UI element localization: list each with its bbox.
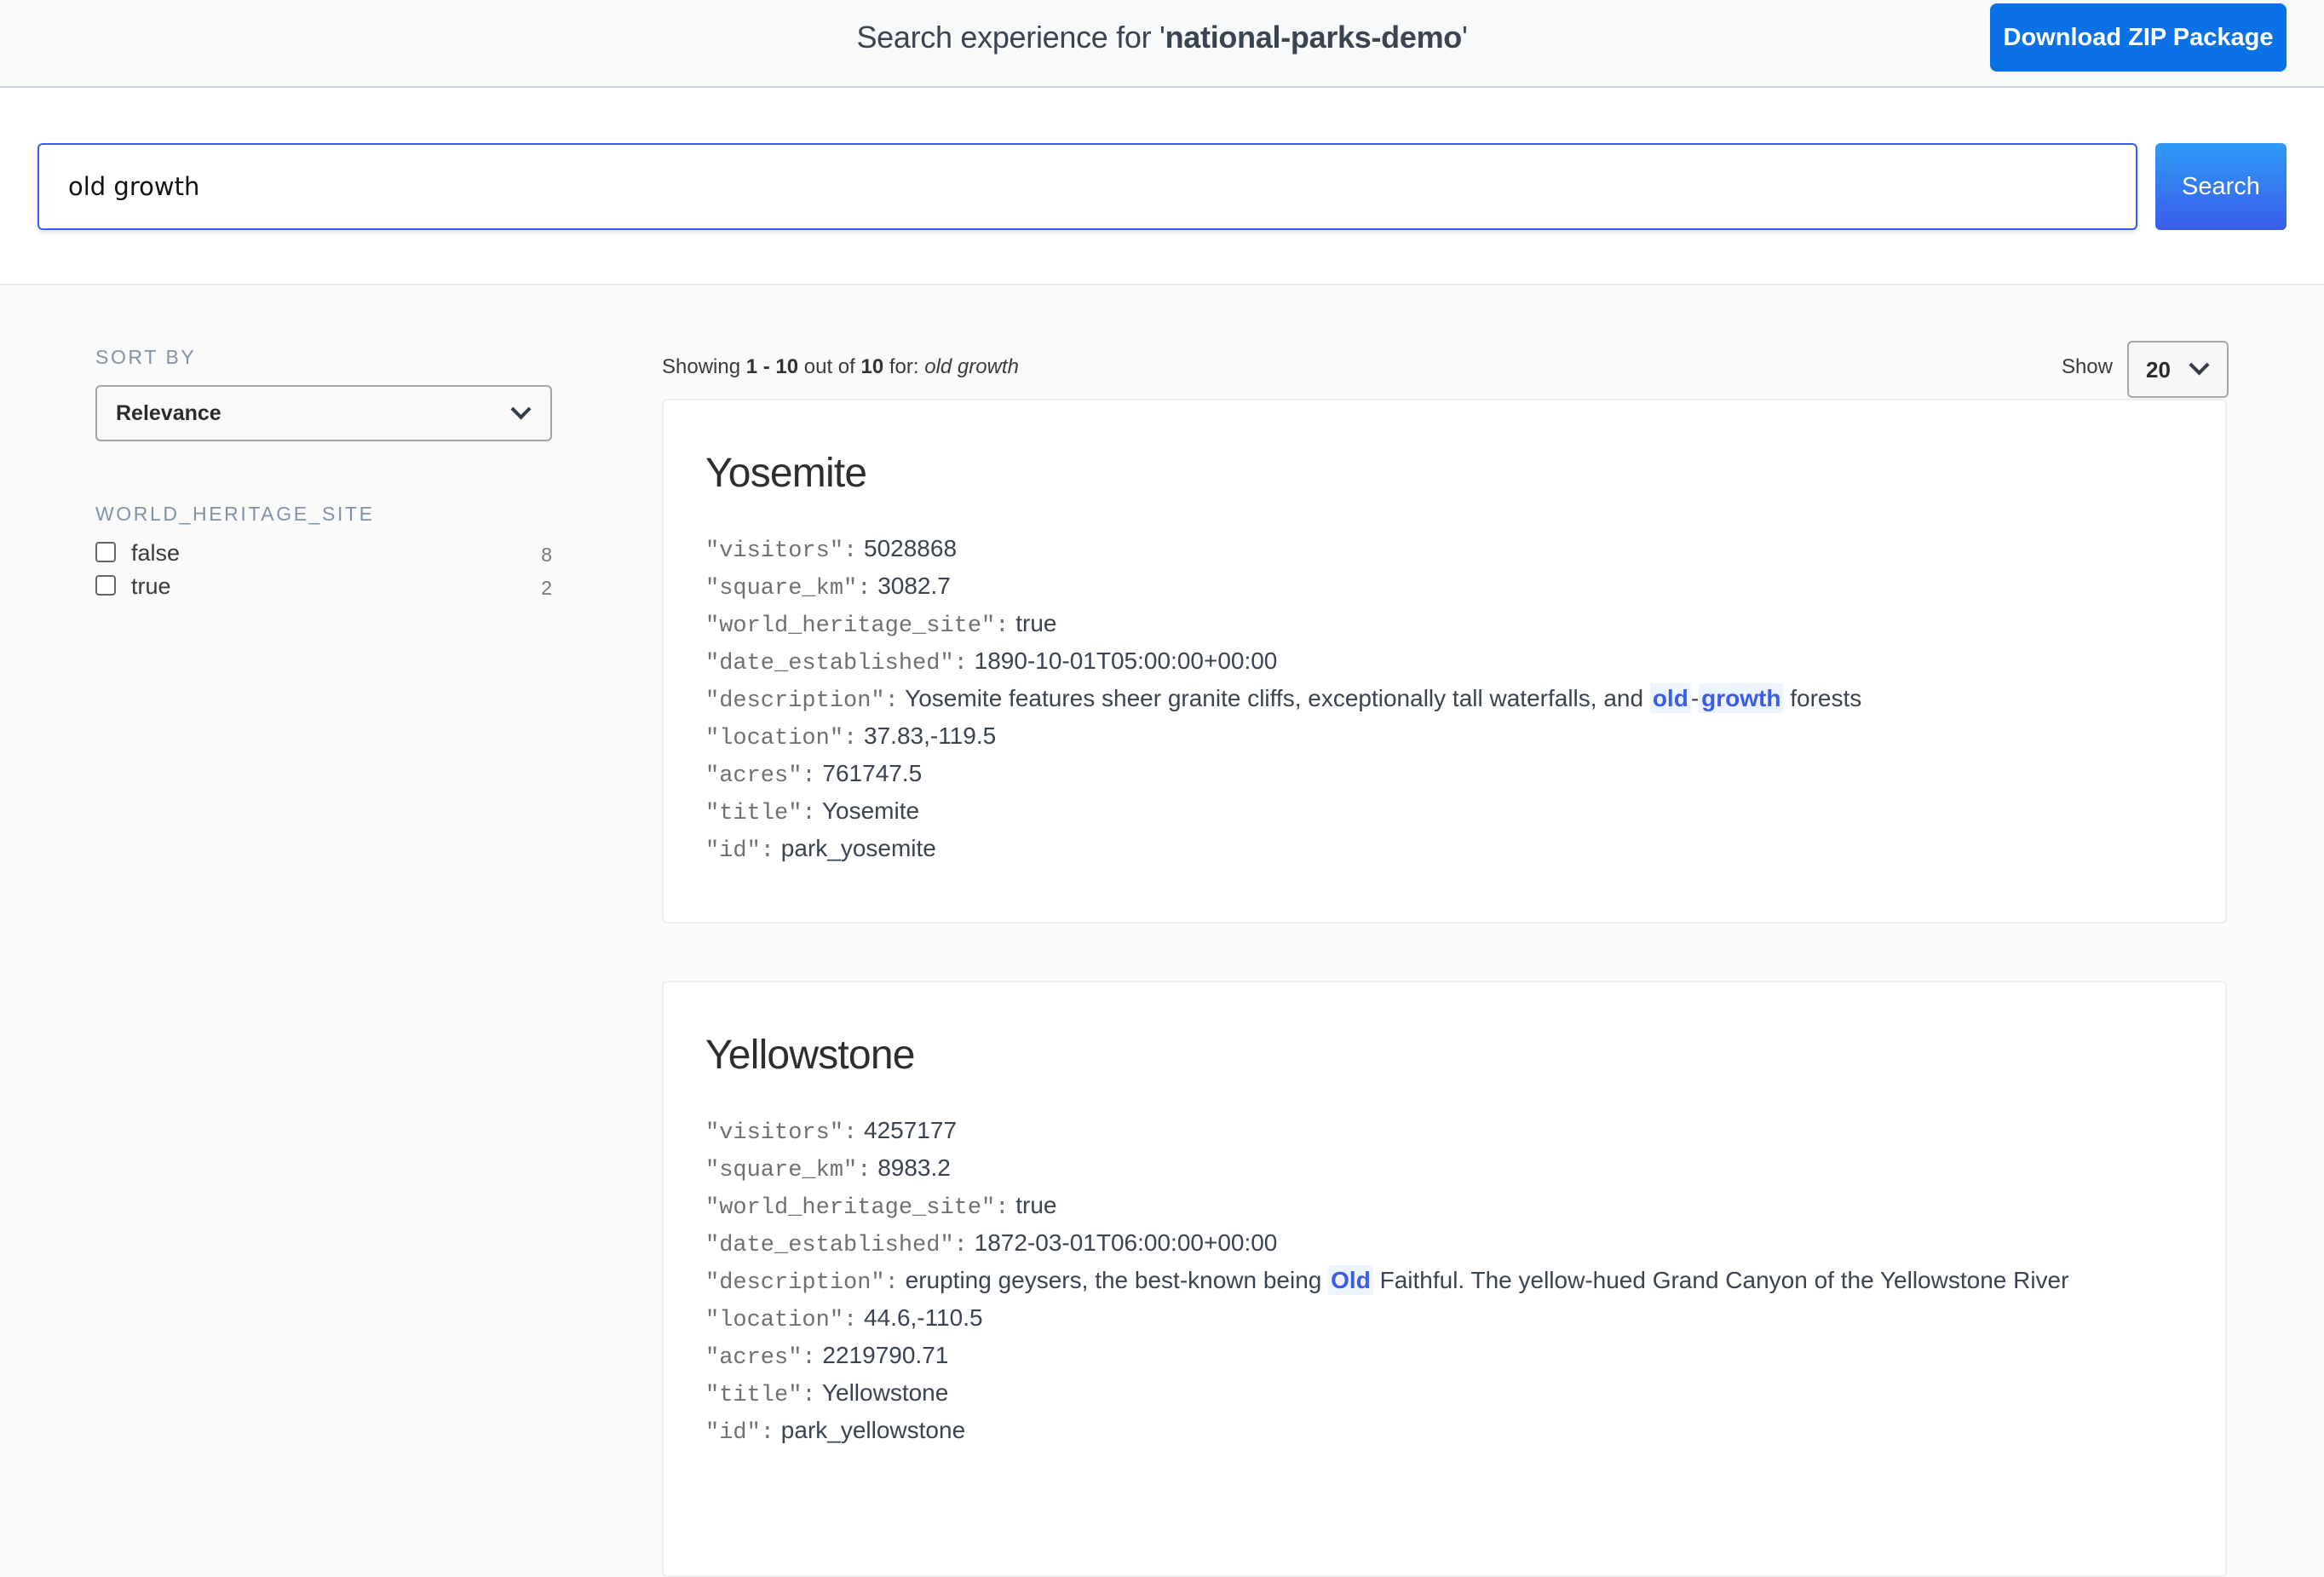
- show-label: Show: [2061, 355, 2113, 378]
- field-key: "world_heritage_site":: [705, 613, 1010, 639]
- paging-middle: out of: [798, 355, 861, 378]
- field-key: "location":: [705, 1308, 858, 1333]
- sort-selected-value: Relevance: [116, 401, 221, 425]
- facet-option-false[interactable]: false 8: [95, 540, 552, 569]
- description-text: -: [1690, 685, 1700, 711]
- download-zip-button[interactable]: Download ZIP Package: [1990, 3, 2287, 72]
- field-key: "visitors":: [705, 538, 858, 564]
- field-value: 4257177: [864, 1117, 958, 1143]
- search-bar-section: Search: [0, 88, 2324, 285]
- field-key: "title":: [705, 1383, 816, 1408]
- field-key: "world_heritage_site":: [705, 1195, 1010, 1221]
- field-value: 1872-03-01T06:00:00+00:00: [974, 1229, 1278, 1256]
- field-value: Yosemite features sheer granite cliffs, …: [905, 683, 1861, 713]
- result-field: "acres": 2219790.71: [705, 1340, 948, 1373]
- facet-heading-world-heritage-site: WORLD_HERITAGE_SITE: [95, 503, 375, 525]
- search-highlight: growth: [1699, 683, 1784, 713]
- field-value: 5028868: [864, 535, 958, 561]
- field-value: true: [1015, 1192, 1057, 1218]
- paging-info: Showing 1 - 10 out of 10 for: old growth: [662, 355, 1019, 379]
- paging-range: 1 - 10: [745, 355, 799, 378]
- search-input[interactable]: [37, 143, 2137, 230]
- field-key: "visitors":: [705, 1120, 858, 1146]
- field-key: "acres":: [705, 1345, 816, 1371]
- result-field: "title": Yosemite: [705, 796, 919, 829]
- checkbox[interactable]: [95, 575, 116, 596]
- result-field: "location": 37.83,-119.5: [705, 721, 996, 754]
- field-key: "acres":: [705, 763, 816, 789]
- facet-option-count: 8: [541, 544, 552, 566]
- field-key: "date_established":: [705, 1233, 968, 1258]
- facet-option-true[interactable]: true 2: [95, 573, 552, 602]
- result-field: "visitors": 4257177: [705, 1115, 957, 1148]
- field-value: 761747.5: [822, 760, 923, 786]
- result-field: "description": erupting geysers, the bes…: [705, 1265, 2068, 1298]
- title-prefix: Search experience for ': [856, 20, 1165, 55]
- result-field: "id": park_yosemite: [705, 833, 936, 866]
- field-key: "id":: [705, 838, 775, 864]
- result-field: "visitors": 5028868: [705, 533, 957, 567]
- field-key: "title":: [705, 801, 816, 826]
- result-field: "square_km": 3082.7: [705, 571, 951, 604]
- chevron-down-icon: [510, 399, 532, 420]
- result-field: "square_km": 8983.2: [705, 1153, 951, 1186]
- paging-total: 10: [860, 355, 884, 378]
- field-value: 8983.2: [877, 1154, 951, 1181]
- app-header: Search experience for 'national-parks-de…: [0, 0, 2324, 88]
- field-value: park_yosemite: [780, 835, 936, 861]
- engine-name: national-parks-demo: [1165, 20, 1463, 55]
- field-value: 44.6,-110.5: [864, 1304, 983, 1331]
- search-button[interactable]: Search: [2155, 143, 2287, 230]
- sort-by-heading: SORT BY: [95, 346, 197, 368]
- results-per-page-value: 20: [2146, 357, 2171, 383]
- description-text: Yosemite features sheer granite cliffs, …: [905, 685, 1650, 711]
- field-value: Yosemite: [821, 797, 920, 824]
- description-text: Faithful. The yellow-hued Grand Canyon o…: [1372, 1267, 2069, 1293]
- field-key: "id":: [705, 1420, 775, 1446]
- field-key: "description":: [705, 1270, 899, 1296]
- field-value: Yellowstone: [821, 1379, 949, 1406]
- paging-query: old growth: [924, 355, 1019, 378]
- description-text: forests: [1783, 685, 1862, 711]
- paging-prefix: Showing: [662, 355, 746, 378]
- result-card: Yosemite "visitors": 5028868 "square_km":…: [662, 399, 2227, 924]
- field-value: park_yellowstone: [780, 1417, 966, 1443]
- result-field: "date_established": 1872-03-01T06:00:00+…: [705, 1228, 1277, 1261]
- facet-option-count: 2: [541, 577, 552, 599]
- field-value: 3082.7: [877, 573, 951, 599]
- field-value: 37.83,-119.5: [864, 722, 997, 749]
- chevron-down-icon: [2189, 354, 2210, 376]
- result-field: "description": Yosemite features sheer g…: [705, 683, 1861, 717]
- result-field: "acres": 761747.5: [705, 758, 922, 791]
- search-highlight: old: [1649, 683, 1691, 713]
- title-suffix: ': [1461, 20, 1468, 55]
- field-key: "square_km":: [705, 1158, 872, 1183]
- field-value: 1890-10-01T05:00:00+00:00: [974, 647, 1278, 674]
- search-highlight: Old: [1328, 1265, 1373, 1295]
- checkbox[interactable]: [95, 542, 116, 562]
- field-key: "description":: [705, 688, 899, 714]
- facet-option-label: false: [131, 540, 181, 566]
- field-value: erupting geysers, the best-known being O…: [905, 1265, 2069, 1295]
- result-field: "world_heritage_site": true: [705, 608, 1057, 642]
- results-per-page-select[interactable]: 20: [2127, 341, 2229, 398]
- result-title: Yosemite: [705, 451, 867, 496]
- result-field: "location": 44.6,-110.5: [705, 1303, 983, 1336]
- field-key: "square_km":: [705, 576, 872, 601]
- paging-for: for:: [883, 355, 925, 378]
- field-key: "date_established":: [705, 651, 968, 676]
- sort-by-select[interactable]: Relevance: [95, 385, 552, 441]
- result-field: "date_established": 1890-10-01T05:00:00+…: [705, 646, 1277, 679]
- result-card: Yellowstone "visitors": 4257177 "square_k…: [662, 981, 2227, 1577]
- page-title: Search experience for 'national-parks-de…: [0, 17, 2324, 58]
- description-text: erupting geysers, the best-known being: [905, 1267, 1329, 1293]
- field-value: 2219790.71: [822, 1342, 949, 1368]
- field-key: "location":: [705, 726, 858, 751]
- result-field: "world_heritage_site": true: [705, 1190, 1057, 1223]
- result-title: Yellowstone: [705, 1033, 915, 1078]
- result-field: "id": park_yellowstone: [705, 1415, 965, 1448]
- field-value: true: [1015, 610, 1057, 636]
- result-field: "title": Yellowstone: [705, 1378, 948, 1411]
- facet-option-label: true: [131, 573, 171, 599]
